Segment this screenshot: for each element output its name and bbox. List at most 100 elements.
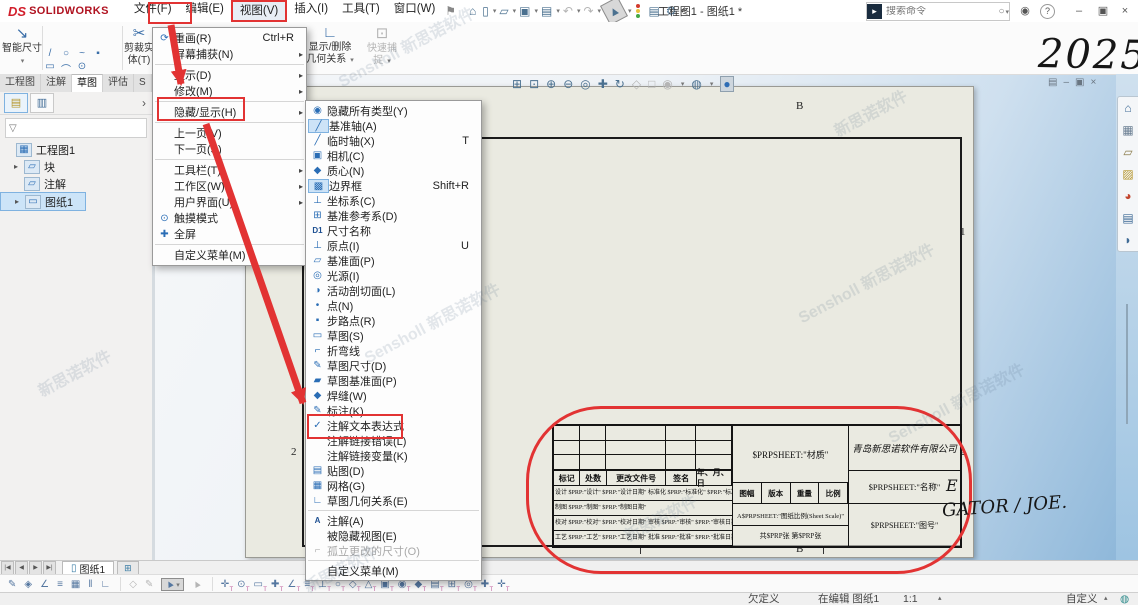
search-input[interactable] [882, 6, 998, 17]
sketch-entity-icon[interactable]: ▪ [92, 48, 104, 59]
hide-show-menu-item-0[interactable]: ◉隐藏所有类型(Y) [306, 103, 481, 118]
view-menu-item-12[interactable]: 工作区(W)▸ [153, 178, 306, 194]
hide-show-menu-item-15[interactable]: ▭草图(S) [306, 328, 481, 343]
hide-show-menu-item-13[interactable]: •点(N) [306, 298, 481, 313]
home-icon[interactable]: ⌂ [1118, 97, 1138, 119]
tab-2[interactable]: 草图 [72, 74, 103, 92]
sketch-tool-icon[interactable]: ◇ [129, 579, 137, 590]
menubar-item-5[interactable]: 窗口(W) [387, 0, 443, 22]
expander-icon[interactable]: ▸ [15, 197, 25, 206]
sketch-tool-icon[interactable]: ✎ [145, 579, 153, 590]
hide-show-menu-item-7[interactable]: ⊞基准参考系(D) [306, 208, 481, 223]
sketch-entity-icon[interactable]: ~ [76, 48, 88, 59]
resources-icon[interactable]: ▦ [1118, 119, 1138, 141]
featuremanager-tree-tab[interactable]: ▤ [4, 93, 28, 113]
hide-show-menu-item-20[interactable]: ✎标注(K) [306, 403, 481, 418]
trim-entities-button[interactable]: ✂ 剪裁实体(T) [124, 24, 154, 72]
caret-icon[interactable]: ▾ [21, 58, 25, 65]
minimize-button[interactable]: – [1068, 1, 1090, 21]
parallel-icon[interactable]: ‖ [88, 579, 92, 590]
caret-icon[interactable]: ▾ [350, 57, 354, 64]
view-menu-item-14[interactable]: ⊙触摸模式 [153, 210, 306, 226]
hide-show-menu-item-8[interactable]: D1尺寸名称 [306, 223, 481, 238]
file-explorer-icon[interactable]: ▨ [1118, 163, 1138, 185]
tree-item-2[interactable]: ▸▭图纸1 [0, 192, 86, 211]
caret-icon[interactable]: ▾ [681, 80, 685, 88]
menubar-item-3[interactable]: 插入(I) [287, 0, 335, 22]
view-menu-item-4[interactable]: 修改(M)▸ [153, 83, 306, 99]
hide-show-menu-item-2[interactable]: ╱临时轴(X)T [306, 133, 481, 148]
globe-icon[interactable]: ◍ [1120, 593, 1129, 605]
view-menu-item-13[interactable]: 用户界面(U)▸ [153, 194, 306, 210]
tab-0[interactable]: 工程图 [0, 74, 41, 92]
scale-caret-icon[interactable]: ▴ [938, 593, 942, 605]
save-icon[interactable]: ▣ [519, 1, 530, 21]
hide-show-menu-item-32[interactable]: 自定义菜单(M) [306, 563, 481, 578]
help-icon[interactable]: ? [1040, 4, 1055, 19]
hide-show-menu-item-28[interactable]: A注解(A) [306, 513, 481, 528]
hide-show-menu-item-1[interactable]: ╱基准轴(A) [306, 118, 481, 133]
view-settings-icon[interactable]: ◍ [691, 77, 701, 91]
tab-3[interactable]: 评估 [103, 74, 134, 92]
menubar-item-4[interactable]: 工具(T) [335, 0, 387, 22]
caret-icon[interactable]: ▾ [710, 80, 714, 88]
zoom-fit-icon[interactable]: ⊞ [512, 77, 522, 91]
caret-icon[interactable]: ▾ [176, 582, 180, 589]
caret-icon[interactable]: ▾ [577, 7, 581, 15]
doc-restore-button[interactable]: ▣ [1075, 77, 1084, 88]
home-icon[interactable]: ⌂ [469, 1, 476, 21]
hide-show-menu-item-11[interactable]: ◎光源(I) [306, 268, 481, 283]
hide-show-menu-item-30[interactable]: ⌐孤立更改的尺寸(O) [306, 543, 481, 558]
caret-icon[interactable]: ▾ [556, 7, 560, 15]
view-menu-item-1[interactable]: 屏幕捕获(N)▸ [153, 46, 306, 62]
user-account-icon[interactable]: ◉ [1014, 1, 1036, 21]
hide-show-menu-item-14[interactable]: ▪步路点(R) [306, 313, 481, 328]
close-button[interactable]: × [1114, 1, 1136, 21]
view-menu-item-0[interactable]: ⟳重画(R)Ctrl+R [153, 30, 306, 46]
hide-show-menu-item-6[interactable]: ⊥坐标系(C) [306, 193, 481, 208]
hide-show-menu-item-4[interactable]: ◆质心(N) [306, 163, 481, 178]
design-library-icon[interactable]: ▱ [1118, 141, 1138, 163]
hide-show-menu-item-10[interactable]: ▱基准面(P) [306, 253, 481, 268]
menubar-item-0[interactable]: 文件(F) [127, 0, 179, 22]
hatch-icon[interactable]: ▦ [71, 579, 80, 590]
sheet-nav-3[interactable]: ▶| [43, 561, 56, 575]
add-sheet-tab[interactable]: ⊞ [117, 561, 139, 575]
rotate-view-icon[interactable]: ↻ [615, 77, 625, 91]
snap-icon-16[interactable]: ✚T [481, 579, 489, 590]
property-manager-tab[interactable]: ▥ [30, 93, 54, 113]
view-orientation-icon[interactable]: ◇ [632, 77, 641, 91]
redo-icon[interactable]: ↷ [583, 1, 593, 21]
restore-button[interactable]: ▣ [1092, 1, 1114, 21]
hide-show-menu-item-21[interactable]: ✓注解文本表达式 [306, 418, 481, 433]
view-menu-item-3[interactable]: 显示(D)▸ [153, 67, 306, 83]
tree-filter-box[interactable]: ▽ [5, 118, 147, 138]
select-tool-disabled-icon[interactable]: ▲ [190, 577, 204, 591]
hide-show-menu-item-17[interactable]: ✎草图尺寸(D) [306, 358, 481, 373]
shaded-view-icon[interactable]: ● [720, 76, 733, 92]
chevron-right-icon[interactable]: › [142, 96, 146, 110]
hide-show-menu-item-9[interactable]: ⊥原点(I)U [306, 238, 481, 253]
doc-close-button[interactable]: × [1090, 77, 1096, 88]
pin-icon[interactable]: ⚑ [445, 1, 456, 21]
tree-item-1[interactable]: ▱注解 [0, 175, 152, 192]
pan-icon[interactable]: ✚ [598, 77, 608, 91]
balloon-icon[interactable]: ◈ [24, 579, 32, 590]
magnifier-icon[interactable]: ○ [998, 6, 1004, 17]
zoom-out-icon[interactable]: ⊖ [563, 77, 573, 91]
undo-icon[interactable]: ↶ [563, 1, 573, 21]
view-menu-item-11[interactable]: 工具栏(T)▸ [153, 162, 306, 178]
view-menu-item-15[interactable]: ✚全屏 [153, 226, 306, 242]
zoom-in-icon[interactable]: ⊕ [546, 77, 556, 91]
status-custom[interactable]: 自定义 [1066, 593, 1098, 605]
doc-minimize-button[interactable]: – [1063, 77, 1069, 88]
sheet-nav-0[interactable]: |◀ [1, 561, 14, 575]
snap-icon-17[interactable]: ✛T [497, 579, 505, 590]
sketch-entity-icon[interactable]: / [44, 48, 56, 59]
select-tool-icon[interactable]: ▲▾ [161, 578, 183, 591]
caret-icon[interactable]: ▾ [387, 58, 391, 65]
hide-show-menu-item-16[interactable]: ⌐折弯线 [306, 343, 481, 358]
view-menu-item-9[interactable]: 下一页(S) [153, 141, 306, 157]
snap-icon-3[interactable]: ✚T [271, 579, 279, 590]
display-delete-relations-button[interactable]: ∟ 显示/删除 几何关系 ▾ [303, 24, 357, 72]
